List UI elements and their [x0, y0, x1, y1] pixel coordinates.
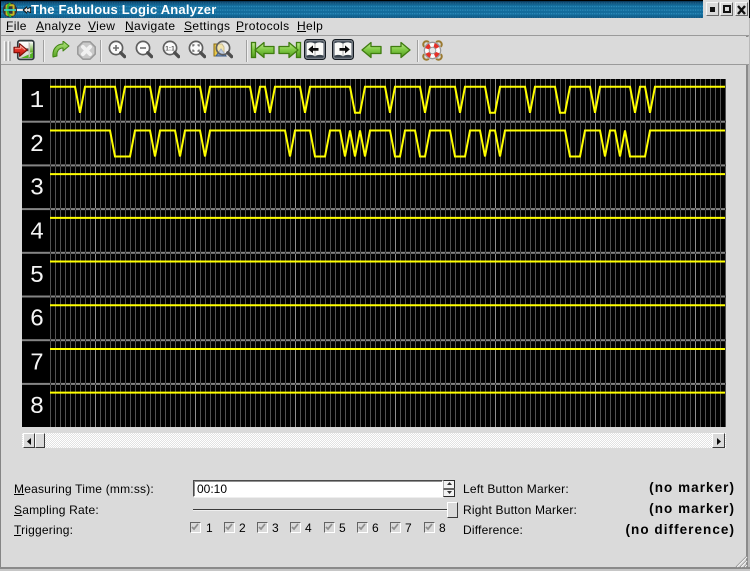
svg-text:5: 5: [30, 263, 44, 290]
svg-text:6: 6: [30, 307, 44, 334]
svg-text:3: 3: [30, 176, 44, 203]
svg-text:1:1: 1:1: [165, 46, 175, 53]
svg-text:8: 8: [30, 394, 44, 421]
svg-text:7: 7: [30, 350, 44, 377]
svg-text:2: 2: [30, 132, 44, 159]
svg-text:1: 1: [30, 88, 44, 115]
svg-text:4: 4: [30, 219, 44, 246]
